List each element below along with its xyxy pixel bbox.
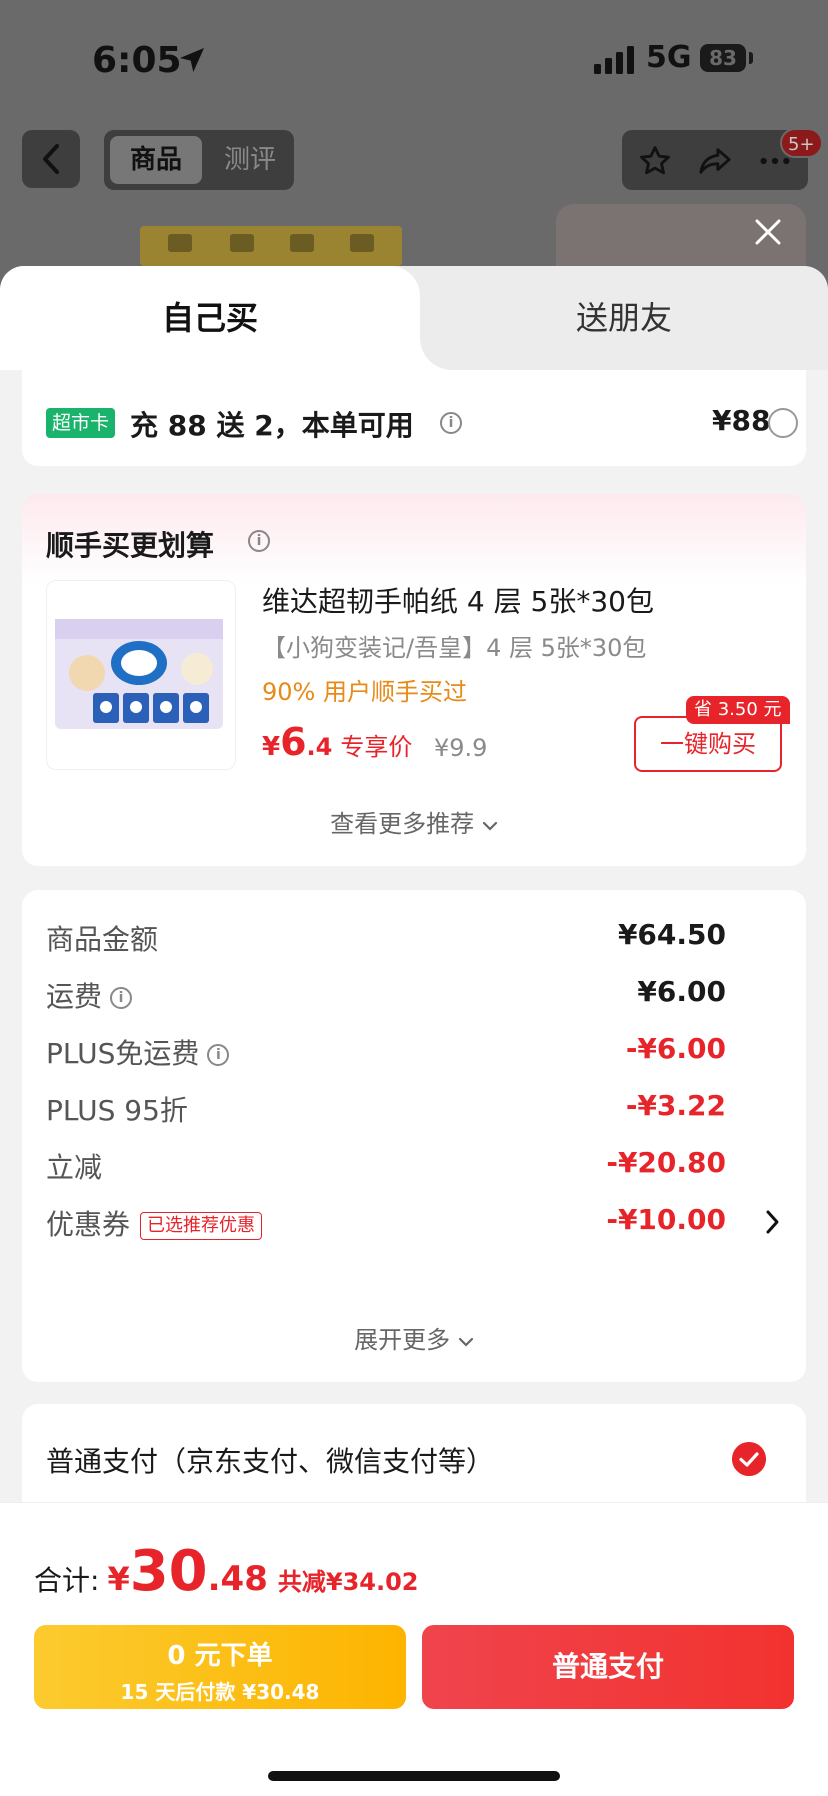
- back-chevron-icon: [43, 144, 59, 174]
- total-dec: .48: [207, 1559, 268, 1599]
- chevron-right-icon[interactable]: [762, 1209, 782, 1235]
- summary-row-coupon[interactable]: 优惠券 已选推荐优惠 -¥10.00: [46, 1203, 782, 1243]
- total-int: 30: [129, 1539, 208, 1604]
- addon-price-int: 6: [280, 720, 307, 764]
- chevron-down-icon: [482, 821, 497, 831]
- status-bar: 6:05 5G 83: [0, 40, 828, 90]
- summary-value: -¥10.00: [606, 1203, 726, 1236]
- home-indicator: [268, 1771, 560, 1781]
- summary-key-text: 运费: [46, 980, 103, 1013]
- addon-title: 顺手买更划算: [46, 529, 215, 562]
- summary-row-instant-discount: 立减 -¥20.80: [46, 1146, 782, 1186]
- addon-price-currency: ¥: [262, 732, 281, 762]
- star-icon[interactable]: [638, 144, 672, 178]
- check-icon[interactable]: [732, 1442, 766, 1476]
- pay-later-subtitle: 15 天后付款 ¥30.48: [120, 1680, 320, 1704]
- expand-more-label: 展开更多: [354, 1326, 451, 1354]
- close-icon[interactable]: [752, 216, 784, 248]
- normal-pay-button[interactable]: 普通支付: [422, 1625, 794, 1709]
- battery-indicator: 83: [700, 44, 746, 72]
- total-reduction: 共减¥34.02: [277, 1568, 419, 1596]
- product-tab-switch: 商品 测评: [104, 130, 294, 190]
- see-more-recommendations[interactable]: 查看更多推荐: [22, 804, 806, 839]
- bottom-action-bar: 合计: ¥30.48 共减¥34.02 0 元下单 15 天后付款 ¥30.48 普…: [0, 1502, 828, 1796]
- tab-review[interactable]: 测评: [210, 136, 290, 184]
- supermarket-card-radio[interactable]: [768, 408, 798, 438]
- addon-price-label: 专享价: [340, 733, 413, 761]
- pay-later-title: 0 元下单: [167, 1641, 273, 1671]
- addon-product-variant: 【小狗变装记/吾皇】4 层 5张*30包: [262, 634, 647, 662]
- addon-popularity: 90% 用户顺手买过: [262, 678, 467, 706]
- addon-price: ¥6.4 专享价: [262, 720, 412, 764]
- supermarket-card-offer: 超市卡 充 88 送 2，本单可用 i ¥88: [22, 370, 806, 466]
- summary-key: PLUS 95折: [46, 1094, 188, 1127]
- supermarket-card-tag: 超市卡: [46, 408, 116, 438]
- summary-value: -¥20.80: [606, 1146, 726, 1179]
- order-total: 合计: ¥30.48 共减¥34.02: [34, 1539, 419, 1604]
- product-image: [140, 226, 402, 266]
- one-click-buy-button[interactable]: 一键购买: [634, 716, 782, 772]
- summary-key: 运费 i: [46, 975, 133, 1015]
- summary-value: ¥64.50: [617, 918, 726, 951]
- share-icon[interactable]: [698, 144, 732, 178]
- signal-icon: [594, 46, 634, 74]
- total-currency: ¥: [107, 1560, 130, 1598]
- total-label: 合计:: [34, 1564, 100, 1597]
- expand-more-button[interactable]: 展开更多: [22, 1320, 806, 1355]
- info-icon[interactable]: i: [440, 412, 462, 434]
- summary-key: 立减: [46, 1151, 103, 1184]
- addon-product-name[interactable]: 维达超韧手帕纸 4 层 5张*30包: [262, 580, 654, 620]
- info-icon[interactable]: i: [248, 530, 270, 552]
- info-icon[interactable]: i: [110, 987, 133, 1009]
- battery-tip: [749, 52, 753, 64]
- back-button[interactable]: [22, 130, 80, 188]
- addon-product-image[interactable]: [46, 580, 236, 770]
- addon-recommendation-card: 顺手买更划算 i 维达超韧手帕纸 4 层 5张*30包 【小狗变装记/吾皇】4 …: [22, 494, 806, 866]
- see-more-label: 查看更多推荐: [330, 810, 475, 838]
- status-time: 6:05: [92, 40, 182, 81]
- supermarket-card-price: ¥88: [712, 404, 771, 437]
- summary-value: -¥3.22: [625, 1089, 726, 1122]
- summary-row-plus-free-shipping: PLUS免运费 i -¥6.00: [46, 1032, 782, 1072]
- payment-method-label: 普通支付（京东支付、微信支付等）: [46, 1445, 495, 1478]
- background-page: 6:05 5G 83 商品 测评 5+: [0, 0, 828, 300]
- network-label: 5G: [646, 40, 692, 75]
- notification-badge: 5+: [780, 128, 823, 158]
- summary-key: 商品金额: [46, 923, 159, 956]
- addon-price-dec: .4: [306, 733, 333, 761]
- tab-buy-for-self[interactable]: 自己买: [0, 266, 420, 370]
- save-badge: 省 3.50 元: [686, 696, 790, 724]
- summary-key: PLUS免运费 i: [46, 1032, 230, 1072]
- summary-row-plus-discount: PLUS 95折 -¥3.22: [46, 1089, 782, 1129]
- purchase-type-tabs: 自己买 送朋友: [0, 266, 828, 370]
- tab-product[interactable]: 商品: [110, 136, 202, 184]
- tissue-pack-illustration: [55, 619, 223, 729]
- summary-value: -¥6.00: [625, 1032, 726, 1065]
- summary-row-subtotal: 商品金额 ¥64.50: [46, 918, 782, 958]
- chevron-down-icon: [458, 1337, 473, 1347]
- summary-row-shipping: 运费 i ¥6.00: [46, 975, 782, 1015]
- info-icon[interactable]: i: [207, 1044, 230, 1066]
- supermarket-card-text: 充 88 送 2，本单可用: [130, 409, 414, 442]
- summary-key: 优惠券 已选推荐优惠: [46, 1203, 263, 1243]
- order-summary-card: 商品金额 ¥64.50 运费 i ¥6.00 PLUS免运费 i -¥6.00 PL…: [22, 890, 806, 1382]
- addon-original-price: ¥9.9: [434, 734, 488, 762]
- pay-later-button[interactable]: 0 元下单 15 天后付款 ¥30.48: [34, 1625, 406, 1709]
- summary-key-text: PLUS免运费: [46, 1037, 200, 1070]
- tab-send-to-friend[interactable]: 送朋友: [420, 266, 828, 370]
- summary-key-text: 优惠券: [46, 1208, 131, 1241]
- location-arrow-icon: [180, 48, 204, 72]
- coupon-recommended-tag: 已选推荐优惠: [140, 1212, 263, 1240]
- summary-value: ¥6.00: [637, 975, 726, 1008]
